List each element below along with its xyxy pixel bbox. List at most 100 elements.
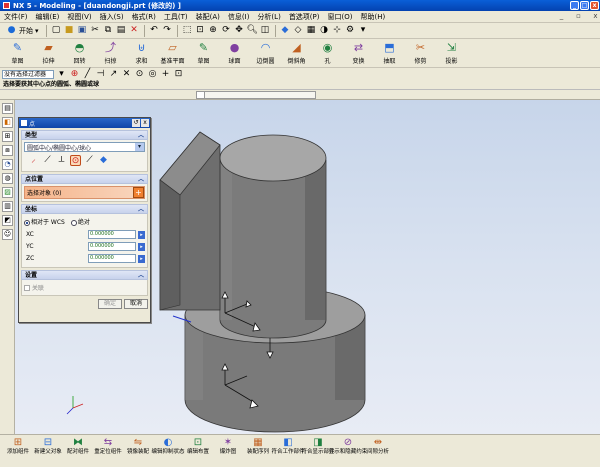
select-crosshair-icon[interactable]: + xyxy=(133,187,144,198)
close-button[interactable]: x xyxy=(590,1,599,10)
inferred-point-icon[interactable]: ⸝ xyxy=(28,155,39,166)
coordinates-section-header[interactable]: 坐标 ︿ xyxy=(21,204,148,214)
rotate-icon[interactable]: ⟳ xyxy=(221,25,232,36)
tool-sphere[interactable]: ● 球面 xyxy=(219,39,250,65)
reuse-library-icon[interactable]: ⧈ xyxy=(2,145,13,156)
start-button[interactable]: ● 开始 ▾ xyxy=(3,24,42,37)
menu-file[interactable]: 文件(F) xyxy=(4,12,28,22)
shaded-view-icon[interactable]: ◆ xyxy=(280,25,291,36)
tool-hole[interactable]: ◉ 孔 xyxy=(312,39,343,65)
point-location-section-header[interactable]: 点位置 ︿ xyxy=(21,174,148,184)
system-material-icon[interactable]: ▥ xyxy=(2,201,13,212)
tool-extrude[interactable]: ▰ 拉伸 xyxy=(33,39,64,65)
tool-new-parent[interactable]: ⊟ 新建父对象 xyxy=(33,435,63,455)
menu-window[interactable]: 窗口(O) xyxy=(328,12,353,22)
doc-close-icon[interactable]: x xyxy=(591,12,600,21)
relative-wcs-radio[interactable]: 相对于 WCS xyxy=(24,217,65,226)
tool-add-component[interactable]: ⊞ 添加组件 xyxy=(3,435,33,455)
status-scrollbar[interactable] xyxy=(196,91,316,99)
snap-center-icon[interactable]: ⊙ xyxy=(134,69,145,80)
new-file-icon[interactable]: ▢ xyxy=(51,25,62,36)
doc-minimize-icon[interactable]: _ xyxy=(557,12,566,21)
cut-icon[interactable]: ✂ xyxy=(90,25,101,36)
absolute-radio[interactable]: 绝对 xyxy=(70,217,90,226)
select-icon[interactable]: ⬚ xyxy=(182,25,193,36)
tool-mate-component[interactable]: ⧓ 配对组件 xyxy=(63,435,93,455)
save-icon[interactable]: ▣ xyxy=(77,25,88,36)
dialog-reset-icon[interactable]: ↺ xyxy=(132,119,140,127)
tool-revolve[interactable]: ◓ 回转 xyxy=(64,39,95,65)
tool-work-part[interactable]: ◧ 符合工作部件 xyxy=(272,435,305,455)
tool-clearance-analysis[interactable]: ⇹ 间隙分析 xyxy=(363,435,393,455)
constraint-navigator-icon[interactable]: ⊞ xyxy=(2,131,13,142)
show-hide-icon[interactable]: ◑ xyxy=(319,25,330,36)
snap-intersection-icon[interactable]: ✕ xyxy=(121,69,132,80)
perspective-icon[interactable]: ◫ xyxy=(260,25,271,36)
tool-trim[interactable]: ✂ 修剪 xyxy=(405,39,436,65)
zoom-icon[interactable]: ⊕ xyxy=(208,25,219,36)
menu-assembly[interactable]: 装配(A) xyxy=(196,12,220,22)
delete-icon[interactable]: ✕ xyxy=(129,25,140,36)
yc-input[interactable]: 0.000000 xyxy=(88,242,136,251)
process-studio-icon[interactable]: ◩ xyxy=(2,215,13,226)
open-folder-icon[interactable]: ■ xyxy=(64,25,75,36)
toolbar-options-icon[interactable]: ▾ xyxy=(358,25,369,36)
filter-dropdown-icon[interactable]: ▾ xyxy=(56,69,67,80)
tool-sketch[interactable]: ✎ 草图 xyxy=(2,39,33,65)
history-icon[interactable]: ◔ xyxy=(2,159,13,170)
point-on-curve-icon[interactable]: ⟋ xyxy=(84,155,95,166)
endpoint-icon[interactable]: ⟋ xyxy=(42,155,53,166)
part-navigator-icon[interactable]: ◧ xyxy=(2,117,13,128)
palette-icon[interactable]: ▨ xyxy=(2,187,13,198)
tool-reposition-component[interactable]: ⇆ 重定位组件 xyxy=(93,435,123,455)
undo-icon[interactable]: ↶ xyxy=(149,25,160,36)
doc-restore-icon[interactable]: ▫ xyxy=(574,12,583,21)
tool-show-hide-constraints[interactable]: ⊘ 显示和隐藏约束 xyxy=(329,435,368,455)
ok-button[interactable]: 确定 xyxy=(98,299,122,309)
menu-help[interactable]: 帮助(H) xyxy=(360,12,385,22)
type-section-header[interactable]: 类型 ︿ xyxy=(21,130,148,140)
tool-mirror-assembly[interactable]: ⇋ 镜像装配 xyxy=(123,435,153,455)
point-type-select[interactable]: 圆弧中心/椭圆中心/球心 ▾ xyxy=(24,142,145,152)
tool-exploded-view[interactable]: ✶ 爆炸图 xyxy=(213,435,243,455)
tool-unite[interactable]: ⊎ 求和 xyxy=(126,39,157,65)
snap-point-icon[interactable]: + xyxy=(160,69,171,80)
tool-edit-arrangement[interactable]: ⊡ 编辑布置 xyxy=(183,435,213,455)
dialog-close-icon[interactable]: x xyxy=(141,119,149,127)
menu-edit[interactable]: 编辑(E) xyxy=(36,12,60,22)
snap-icon[interactable]: ⊕ xyxy=(69,69,80,80)
pan-icon[interactable]: ✥ xyxy=(234,25,245,36)
select-object-row[interactable]: 选择对象 (0) + xyxy=(24,186,145,199)
maximize-button[interactable]: □ xyxy=(580,1,589,10)
zoom-window-icon[interactable]: 🔍︎ xyxy=(247,25,258,36)
copy-icon[interactable]: ⧉ xyxy=(103,25,114,36)
analysis-icon[interactable]: ⚙ xyxy=(345,25,356,36)
assembly-navigator-icon[interactable]: ▤ xyxy=(2,103,13,114)
view-orientation-icon[interactable]: ◇ xyxy=(293,25,304,36)
layer-icon[interactable]: ▦ xyxy=(306,25,317,36)
wcs-icon[interactable]: ⊹ xyxy=(332,25,343,36)
roles-icon[interactable]: ☺ xyxy=(2,229,13,240)
tool-transform[interactable]: ⇄ 变换 xyxy=(343,39,374,65)
snap-midpoint-icon[interactable]: ⊣ xyxy=(95,69,106,80)
web-browser-icon[interactable]: ◍ xyxy=(2,173,13,184)
settings-section-header[interactable]: 设置 ︿ xyxy=(21,270,148,280)
type-filter-select[interactable]: 没有选择过滤器 xyxy=(2,69,54,79)
snap-onface-icon[interactable]: ⊡ xyxy=(173,69,184,80)
menu-info[interactable]: 信息(I) xyxy=(228,12,250,22)
menu-insert[interactable]: 插入(S) xyxy=(100,12,124,22)
redo-icon[interactable]: ↷ xyxy=(162,25,173,36)
intersection-point-icon[interactable]: ⟂ xyxy=(56,155,67,166)
snap-endpoint-icon[interactable]: ╱ xyxy=(82,69,93,80)
dialog-titlebar[interactable]: 点 ↺ x xyxy=(19,118,150,128)
zc-input[interactable]: 0.000000 xyxy=(88,254,136,263)
tool-sweep[interactable]: ⤴ 扫掠 xyxy=(95,39,126,65)
menu-preferences[interactable]: 首选项(P) xyxy=(289,12,320,22)
arc-center-icon[interactable]: ⊙ xyxy=(70,155,81,166)
cancel-button[interactable]: 取消 xyxy=(124,299,148,309)
yc-options-icon[interactable]: ▸ xyxy=(138,242,145,251)
point-on-face-icon[interactable]: ◆ xyxy=(98,155,109,166)
snap-quadrant-icon[interactable]: ◎ xyxy=(147,69,158,80)
tool-project[interactable]: ⇲ 投影 xyxy=(436,39,467,65)
tool-extract[interactable]: ⬒ 抽取 xyxy=(374,39,405,65)
